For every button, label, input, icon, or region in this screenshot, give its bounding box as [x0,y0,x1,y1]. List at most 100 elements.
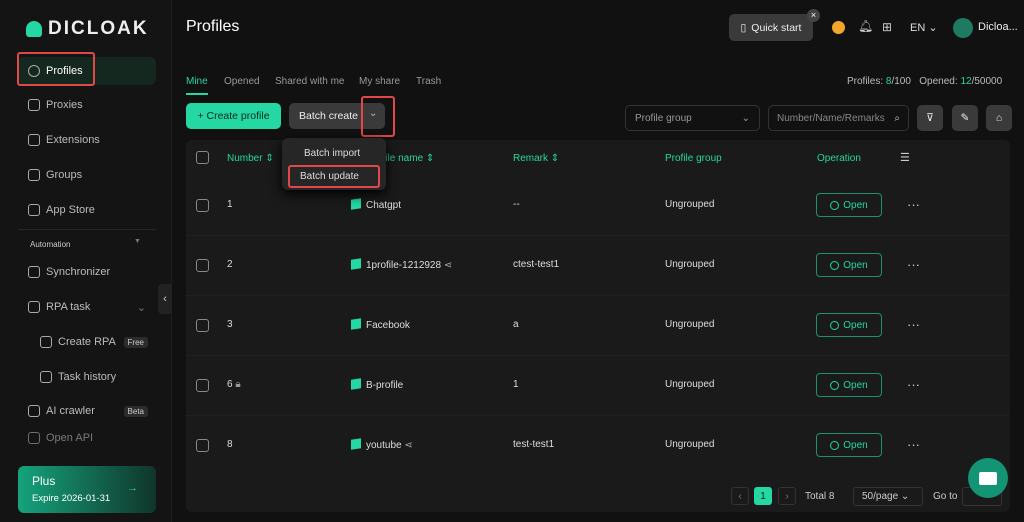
api-icon [28,432,40,444]
prev-page-button[interactable]: ‹ [731,487,749,505]
row-number: 8 [227,439,233,450]
coin-icon[interactable] [832,21,845,34]
column-profile-group: Profile group [665,153,722,164]
share-icon: ⋖ [404,440,412,451]
sidebar-item-rpa-task[interactable]: RPA task⌄ [18,293,156,321]
active-tab-indicator [186,93,208,95]
menu-item-batch-update[interactable]: Batch update [288,165,380,188]
sidebar-item-open-api[interactable]: Open API [18,432,156,444]
open-button[interactable]: Open [816,433,882,457]
chrome-icon [830,201,839,210]
more-icon[interactable]: ··· [907,437,920,452]
more-icon[interactable]: ··· [907,377,920,392]
column-number[interactable]: Number ⇕ [227,153,274,164]
highlight-box [17,52,95,86]
store-icon [40,336,52,348]
sidebar-item-groups[interactable]: Groups [18,161,156,189]
share-icon: ⋖ [444,260,452,271]
tab-mine[interactable]: Mine [186,76,208,87]
search-input[interactable]: Number/Name/Remarks⌕ [768,105,909,131]
row-profile-name[interactable]: 1profile-1212928 ⋖ [351,259,452,271]
sidebar-item-app-store[interactable]: App Store [18,196,156,224]
avatar[interactable] [953,18,973,38]
groups-icon [28,169,40,181]
close-icon[interactable]: × [807,9,820,22]
row-profile-name[interactable]: Chatgpt [351,199,401,211]
sync-icon [28,266,40,278]
free-badge: Free [124,337,148,348]
windows-icon [351,378,361,389]
menu-item-batch-import[interactable]: Batch import [288,142,380,165]
tag-icon: ⌂ [996,112,1002,124]
windows-icon [351,258,361,269]
sidebar: DICLOAK Profiles Proxies Extensions Grou… [0,0,172,522]
row-profile-name[interactable]: Facebook [351,319,410,331]
row-divider [186,355,1010,356]
tab-shared-with-me[interactable]: Shared with me [275,76,344,87]
lock-icon: 🔒︎ [235,379,240,390]
column-settings-icon[interactable]: ☰ [900,151,910,164]
open-button[interactable]: Open [816,313,882,337]
command-icon [28,134,40,146]
row-checkbox[interactable] [196,319,209,332]
chat-icon [979,472,997,485]
chevron-down-icon: ⌄ [137,301,146,314]
row-profile-name[interactable]: youtube ⋖ [351,439,413,451]
row-group: Ungrouped [665,379,714,390]
tab-opened[interactable]: Opened [224,76,260,87]
tag-button[interactable]: ⌂ [986,105,1012,131]
chat-button[interactable] [968,458,1008,498]
more-icon[interactable]: ··· [907,257,920,272]
column-remark[interactable]: Remark ⇕ [513,153,559,164]
row-profile-name[interactable]: B-profile [351,379,403,391]
filter-button[interactable]: ⊽ [917,105,943,131]
robot-icon [28,301,40,313]
row-remark: a [513,319,519,330]
sidebar-item-ai-crawler[interactable]: AI crawlerBeta [18,397,156,425]
plan-card[interactable]: PlusExpire 2026-01-31→ [18,466,156,513]
profile-group-select[interactable]: Profile group⌄ [625,105,760,131]
row-number: 6 🔒︎ [227,379,241,390]
row-divider [186,235,1010,236]
logo-icon [26,21,42,37]
tab-trash[interactable]: Trash [416,76,441,87]
sidebar-item-extensions[interactable]: Extensions [18,126,156,154]
sidebar-item-proxies[interactable]: Proxies [18,91,156,119]
tab-my-share[interactable]: My share [359,76,400,87]
logo: DICLOAK [26,18,149,40]
brush-icon: ✎ [961,112,970,124]
row-group: Ungrouped [665,259,714,270]
book-open-icon[interactable]: ⊞ [882,20,892,34]
sidebar-item-create-rpa[interactable]: Create RPAFree [18,328,156,356]
bell-icon[interactable]: 🔔︎ [858,19,873,33]
apps-icon [28,204,40,216]
open-button[interactable]: Open [816,373,882,397]
language-select[interactable]: EN ⌄ [910,21,938,34]
sidebar-item-synchronizer[interactable]: Synchronizer [18,258,156,286]
windows-icon [351,438,361,449]
beta-badge: Beta [124,406,148,417]
more-icon[interactable]: ··· [907,317,920,332]
select-all-checkbox[interactable] [196,151,209,164]
next-page-button[interactable]: › [778,487,796,505]
more-icon[interactable]: ··· [907,197,920,212]
row-checkbox[interactable] [196,259,209,272]
quick-start-button[interactable]: ▯Quick start [729,14,813,41]
page-size-select[interactable]: 50/page ⌄ [853,487,923,506]
batch-create-menu: Batch import Batch update [282,138,386,190]
row-checkbox[interactable] [196,199,209,212]
row-checkbox[interactable] [196,439,209,452]
page-1-button[interactable]: 1 [754,487,772,505]
open-button[interactable]: Open [816,193,882,217]
user-name[interactable]: Dicloa... [978,21,1018,33]
row-number: 3 [227,319,233,330]
bug-icon [28,405,40,417]
clean-button[interactable]: ✎ [952,105,978,131]
collapse-caret-icon[interactable]: ▼ [134,238,141,245]
collapse-sidebar-button[interactable]: ‹ [158,284,172,314]
open-button[interactable]: Open [816,253,882,277]
create-profile-button[interactable]: + Create profile [186,103,281,129]
sidebar-item-task-history[interactable]: Task history [18,363,156,391]
row-checkbox[interactable] [196,379,209,392]
windows-icon [351,198,361,209]
